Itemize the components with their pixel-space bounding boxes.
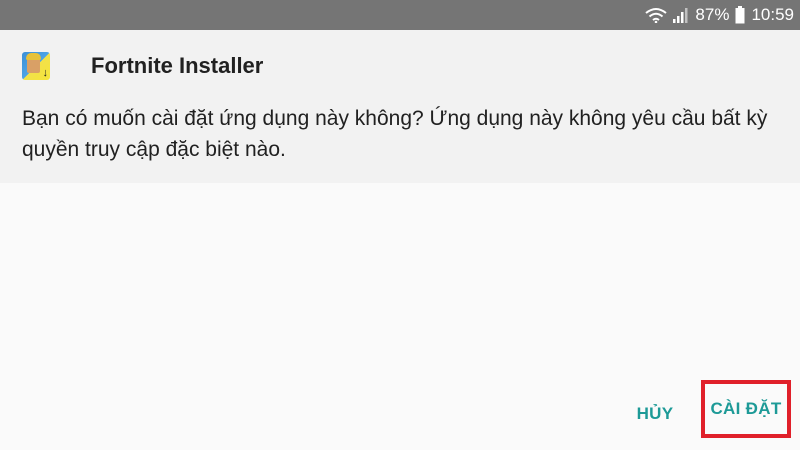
fortnite-app-icon: ↓ bbox=[22, 52, 50, 80]
app-title: Fortnite Installer bbox=[91, 53, 264, 78]
dialog-header: ↓ Fortnite Installer Bạn có muốn cài đặt… bbox=[0, 30, 800, 183]
clock: 10:59 bbox=[751, 5, 794, 24]
battery-percent: 87% bbox=[695, 5, 730, 24]
install-dialog-screen: 87% 10:59 ↓ Fortnite Installer Bạn có mu… bbox=[0, 0, 800, 450]
install-message: Bạn có muốn cài đặt ứng dụng này không? … bbox=[22, 107, 768, 161]
battery-icon bbox=[735, 6, 745, 24]
app-row: ↓ Fortnite Installer bbox=[22, 52, 263, 80]
status-bar: 87% 10:59 bbox=[0, 0, 800, 30]
install-button[interactable]: CÀI ĐẶT bbox=[701, 380, 791, 438]
wifi-icon bbox=[645, 7, 668, 23]
cancel-button[interactable]: HỦY bbox=[622, 397, 688, 431]
signal-icon bbox=[673, 7, 689, 23]
